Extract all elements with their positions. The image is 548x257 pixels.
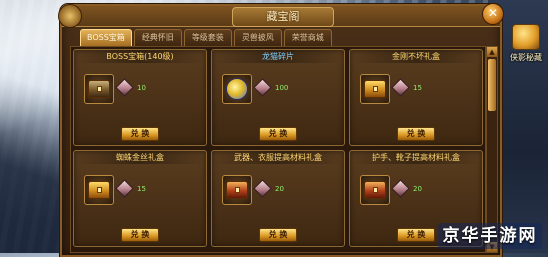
item-slot[interactable] (222, 74, 252, 104)
item-cost: 20 (391, 179, 422, 198)
tab-1[interactable]: 经典怀旧 (133, 29, 182, 47)
scroll-up-arrow-icon[interactable]: ▲ (487, 47, 497, 57)
close-button[interactable]: ✕ (482, 3, 504, 25)
ornament-icon (58, 4, 82, 28)
exchange-button[interactable]: 兑 换 (397, 127, 435, 141)
pet-fragment-icon (226, 78, 248, 100)
cost-value: 15 (137, 184, 146, 193)
currency-gem-icon (391, 78, 410, 97)
red-chest-icon (226, 181, 248, 199)
tab-bar: BOSS宝箱 经典怀旧 等级套装 灵兽披风 荣誉商城 (80, 29, 332, 47)
cost-value: 20 (275, 184, 284, 193)
scroll-thumb[interactable] (488, 59, 496, 111)
item-cost: 15 (115, 179, 146, 198)
item-cost: 100 (253, 78, 289, 97)
tab-4[interactable]: 荣誉商城 (283, 29, 332, 47)
item-cost: 15 (391, 78, 422, 97)
cost-value: 15 (413, 83, 422, 92)
cost-value: 10 (137, 83, 146, 92)
side-activity-button[interactable]: 侠影秘藏 (507, 24, 545, 64)
item-title: 龙猫碎片 (212, 50, 344, 63)
item-slot[interactable] (84, 175, 114, 205)
item-card: 蜘蛛金丝礼盒 15 兑 换 (73, 150, 207, 247)
item-title: BOSS宝箱(140级) (74, 50, 206, 63)
item-cost: 10 (115, 78, 146, 97)
item-slot[interactable] (84, 74, 114, 104)
tab-0[interactable]: BOSS宝箱 (80, 29, 132, 47)
treasure-chest-icon (88, 181, 110, 199)
item-slot[interactable] (360, 175, 390, 205)
cost-value: 20 (413, 184, 422, 193)
item-title: 蜘蛛金丝礼盒 (74, 151, 206, 164)
currency-gem-icon (253, 179, 272, 198)
item-title: 武器、衣服提高材料礼盒 (212, 151, 344, 164)
item-list: BOSS宝箱(140级) 10 兑 换龙猫碎片 100 兑 换金刚不坏礼盒 15 兑 换蜘蛛… (70, 46, 486, 253)
treasure-chest-icon (88, 80, 110, 98)
exchange-button[interactable]: 兑 换 (121, 127, 159, 141)
item-card: BOSS宝箱(140级) 10 兑 换 (73, 49, 207, 146)
tab-2[interactable]: 等级套装 (183, 29, 232, 47)
exchange-button[interactable]: 兑 换 (259, 127, 297, 141)
window-title: 藏宝阁 (232, 7, 334, 27)
watermark-logo: 京华手游网 (438, 223, 542, 249)
item-card: 金刚不坏礼盒 15 兑 换 (349, 49, 483, 146)
treasure-pavilion-window: 藏宝阁 ✕ BOSS宝箱 经典怀旧 等级套装 灵兽披风 荣誉商城 BOSS宝箱(140级… (58, 3, 504, 257)
currency-gem-icon (115, 179, 134, 198)
item-title: 金刚不坏礼盒 (350, 50, 482, 63)
exchange-button[interactable]: 兑 换 (259, 228, 297, 242)
red-chest-icon (364, 181, 386, 199)
scrollbar[interactable]: ▲ ▼ (486, 46, 498, 253)
treasure-icon (512, 24, 540, 50)
item-card: 武器、衣服提高材料礼盒 20 兑 换 (211, 150, 345, 247)
item-title: 护手、靴子提高材料礼盒 (350, 151, 482, 164)
currency-gem-icon (253, 78, 272, 97)
title-bar: 藏宝阁 (58, 4, 500, 28)
item-grid: BOSS宝箱(140级) 10 兑 换龙猫碎片 100 兑 换金刚不坏礼盒 15 兑 换蜘蛛… (73, 49, 483, 247)
exchange-button[interactable]: 兑 换 (121, 228, 159, 242)
exchange-button[interactable]: 兑 换 (397, 228, 435, 242)
cost-value: 100 (275, 83, 289, 92)
side-activity-label: 侠影秘藏 (510, 53, 542, 62)
currency-gem-icon (391, 179, 410, 198)
item-slot[interactable] (222, 175, 252, 205)
currency-gem-icon (115, 78, 134, 97)
tab-3[interactable]: 灵兽披风 (233, 29, 282, 47)
item-card: 龙猫碎片 100 兑 换 (211, 49, 345, 146)
item-cost: 20 (253, 179, 284, 198)
item-slot[interactable] (360, 74, 390, 104)
treasure-chest-icon (364, 80, 386, 98)
